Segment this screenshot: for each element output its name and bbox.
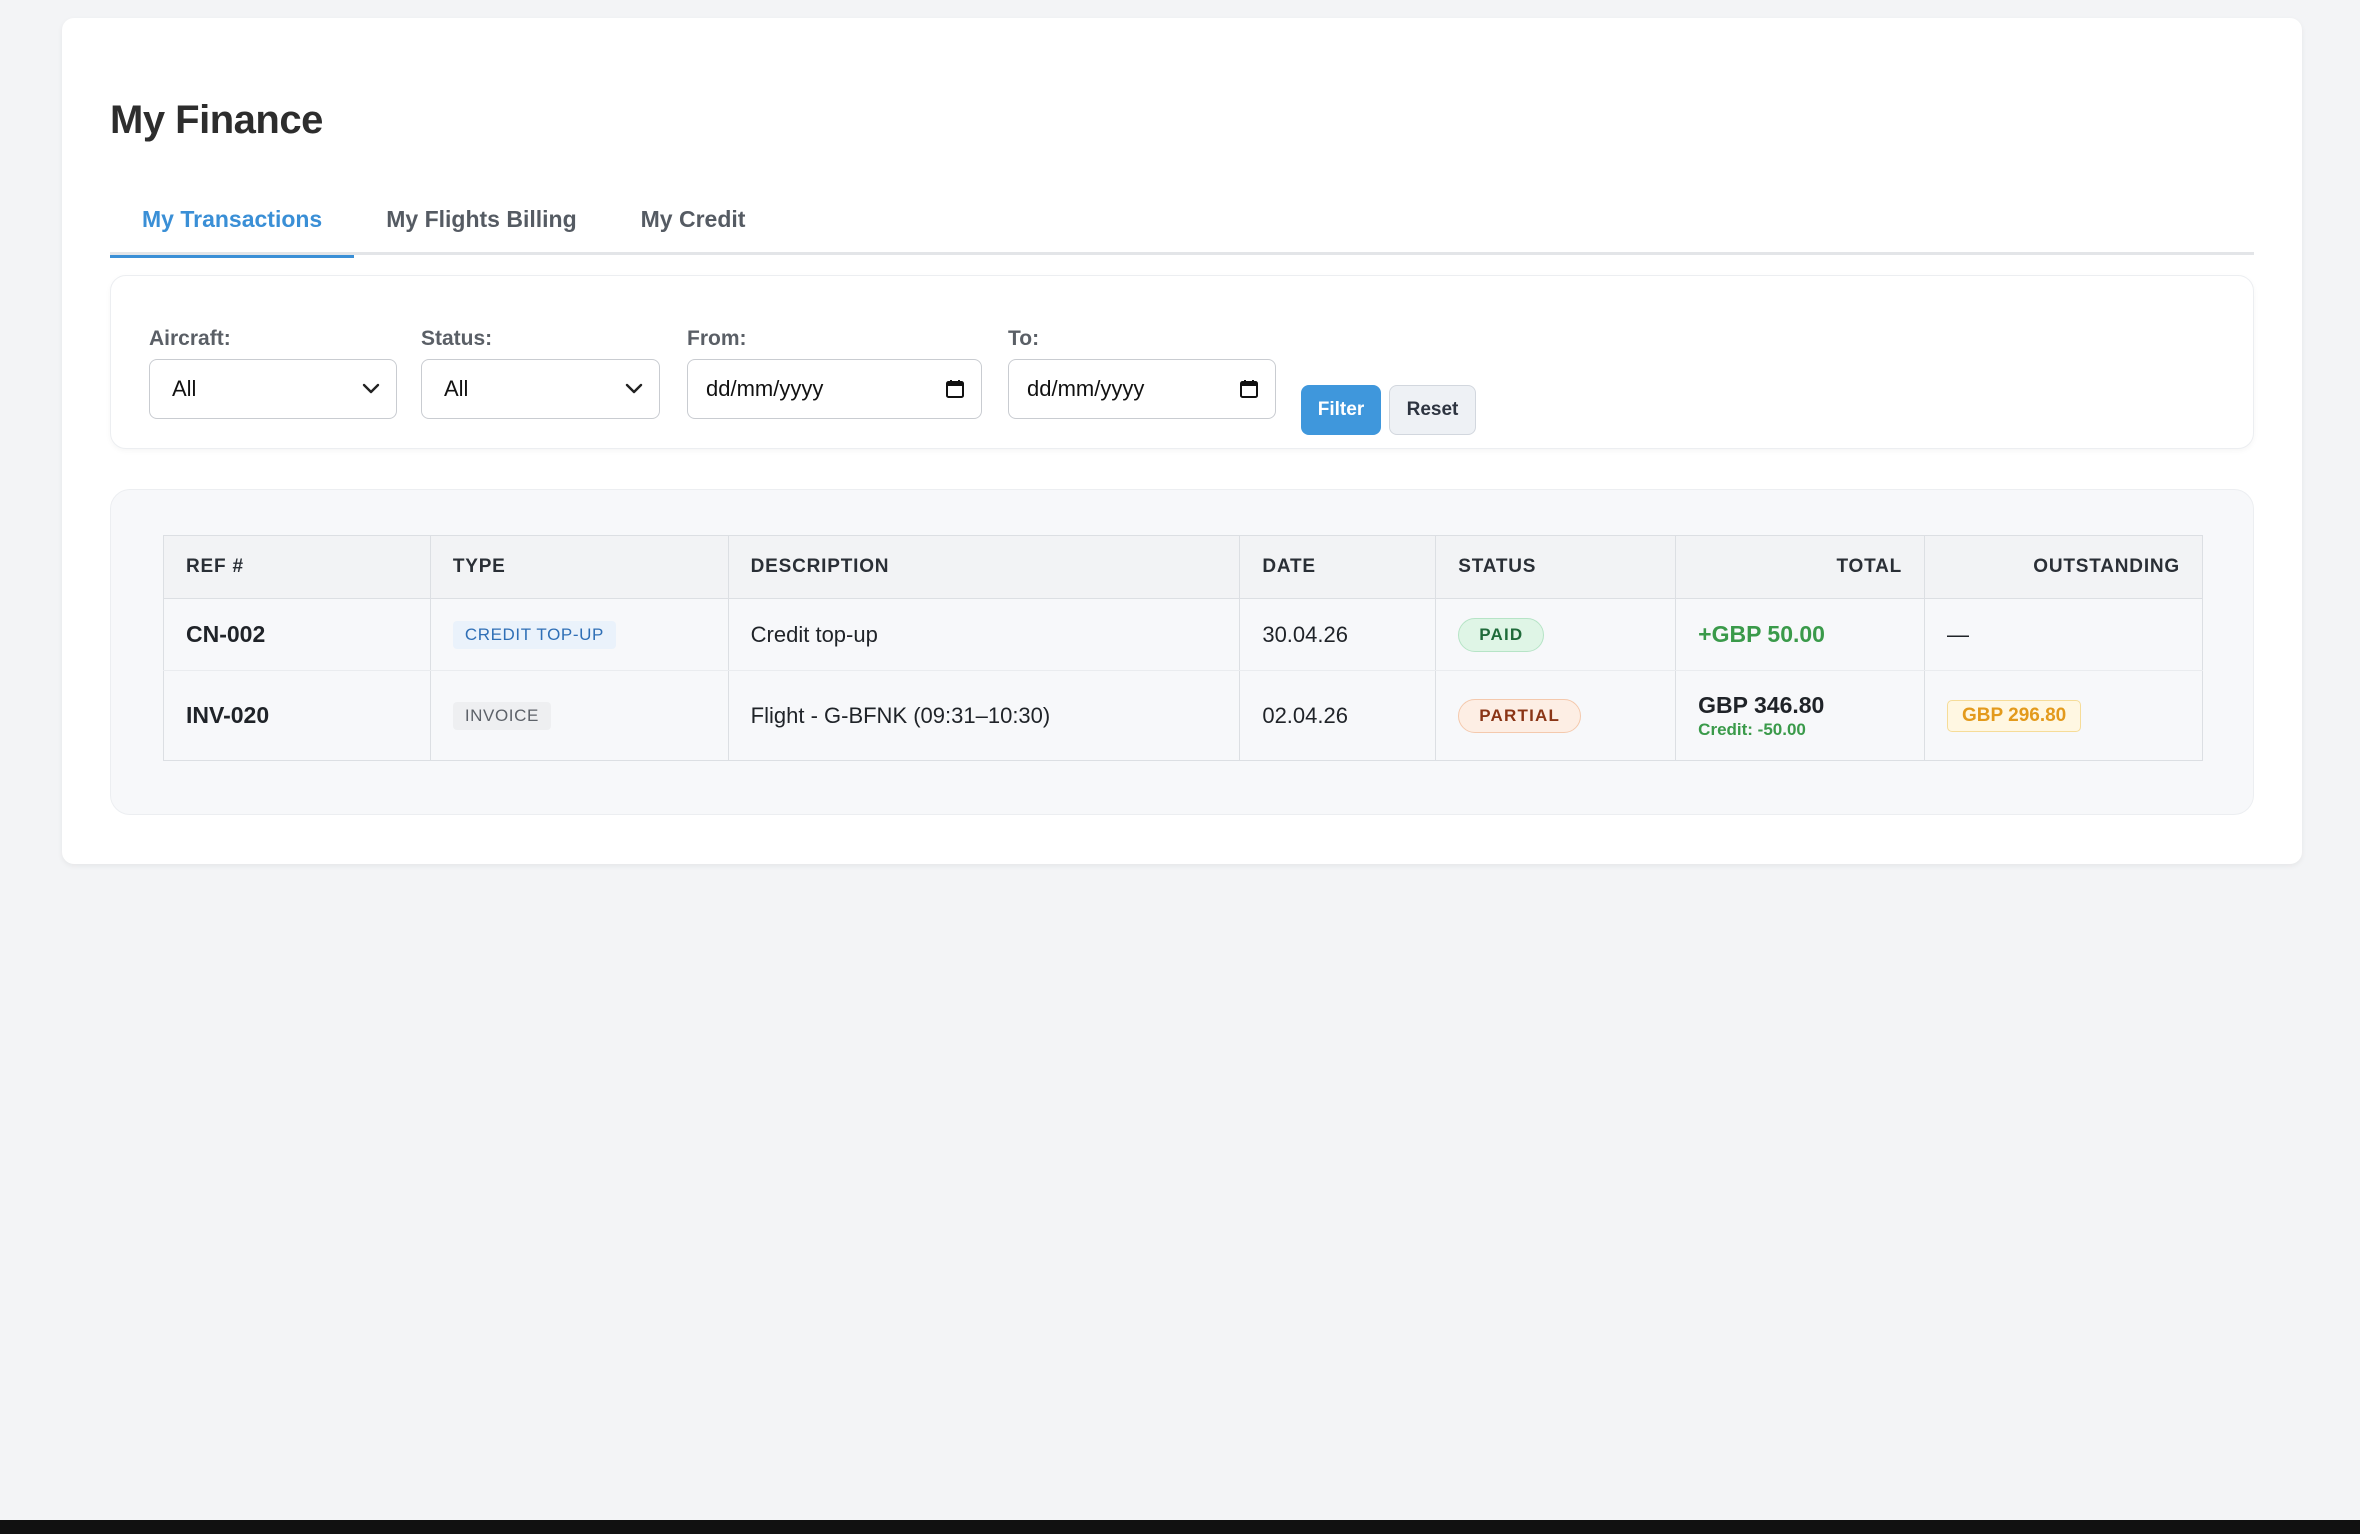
status-label: Status: [421,327,493,350]
aircraft-label: Aircraft: [149,327,231,350]
status-badge: PARTIAL [1458,698,1582,733]
transactions-table: REF # TYPE DESCRIPTION DATE STATUS TOTAL… [163,535,2203,761]
filter-panel: Aircraft: All Status: All From: dd/mm/yy… [110,275,2254,449]
aircraft-select-value: All [172,376,197,401]
ref-cell: CN-002 [163,598,431,671]
from-date-filter: From: dd/mm/yyyy [687,326,982,419]
column-header-type[interactable]: TYPE [430,535,729,599]
description-cell: Credit top-up [728,598,1241,671]
table-header-row: REF # TYPE DESCRIPTION DATE STATUS TOTAL… [163,535,2203,599]
total-amount: +GBP 50.00 [1698,621,1825,647]
status-select-value: All [444,376,469,401]
from-date-input[interactable]: dd/mm/yyyy [687,359,982,419]
ref-number: INV-020 [186,702,270,728]
column-header-description[interactable]: DESCRIPTION [728,535,1241,599]
status-cell: PARTIAL [1435,670,1677,761]
outstanding-cell: GBP 296.80 [1924,670,2203,761]
tab-my-transactions[interactable]: My Transactions [110,183,355,258]
column-header-ref[interactable]: REF # [163,535,431,599]
credit-applied-note: Credit: -50.00 [1698,719,1806,739]
type-badge: INVOICE [452,702,551,730]
to-date-filter: To: dd/mm/yyyy [1008,326,1276,419]
filter-button[interactable]: Filter [1301,385,1381,435]
total-amount: GBP 346.80 [1698,691,1825,718]
to-date-input[interactable]: dd/mm/yyyy [1008,359,1276,419]
reset-button[interactable]: Reset [1389,385,1476,435]
column-header-total[interactable]: TOTAL [1675,535,1926,599]
to-label: To: [1008,327,1040,350]
type-cell: INVOICE [430,670,729,761]
outstanding-amount: — [1947,621,1970,647]
tab-my-flights-billing[interactable]: My Flights Billing [354,183,608,255]
status-select[interactable]: All [421,359,660,419]
tab-my-credit[interactable]: My Credit [609,183,778,255]
ref-cell: INV-020 [163,670,431,761]
bottom-edge-bar [0,1520,2360,1534]
description-cell: Flight - G-BFNK (09:31–10:30) [728,670,1241,761]
status-badge: PAID [1458,617,1545,652]
to-date-value: dd/mm/yyyy [1027,376,1145,401]
from-date-value: dd/mm/yyyy [706,376,824,401]
total-cell: GBP 346.80 Credit: -50.00 [1675,670,1926,761]
chevron-down-icon [362,383,380,395]
table-row[interactable]: INV-020 INVOICE Flight - G-BFNK (09:31–1… [163,670,2203,761]
ref-number: CN-002 [186,621,266,647]
status-filter: Status: All [421,326,660,419]
date-cell: 02.04.26 [1239,670,1437,761]
column-header-date[interactable]: DATE [1239,535,1437,599]
status-cell: PAID [1435,598,1677,671]
type-badge: CREDIT TOP-UP [452,621,616,649]
column-header-outstanding[interactable]: OUTSTANDING [1924,535,2203,599]
column-header-status[interactable]: STATUS [1435,535,1677,599]
date-cell: 30.04.26 [1239,598,1437,671]
calendar-icon[interactable] [1239,379,1259,399]
aircraft-filter: Aircraft: All [149,326,397,419]
total-cell: +GBP 50.00 [1675,598,1926,671]
outstanding-badge: GBP 296.80 [1947,699,2082,732]
aircraft-select[interactable]: All [149,359,397,419]
outstanding-cell: — [1924,598,2203,671]
finance-card: My Finance My Transactions My Flights Bi… [62,18,2302,864]
from-label: From: [687,327,747,350]
page-title: My Finance [110,98,323,142]
table-row[interactable]: CN-002 CREDIT TOP-UP Credit top-up 30.04… [163,598,2203,671]
type-cell: CREDIT TOP-UP [430,598,729,671]
calendar-icon[interactable] [945,379,965,399]
chevron-down-icon [625,383,643,395]
transactions-panel: REF # TYPE DESCRIPTION DATE STATUS TOTAL… [110,489,2254,815]
tab-bar: My Transactions My Flights Billing My Cr… [110,183,2254,258]
